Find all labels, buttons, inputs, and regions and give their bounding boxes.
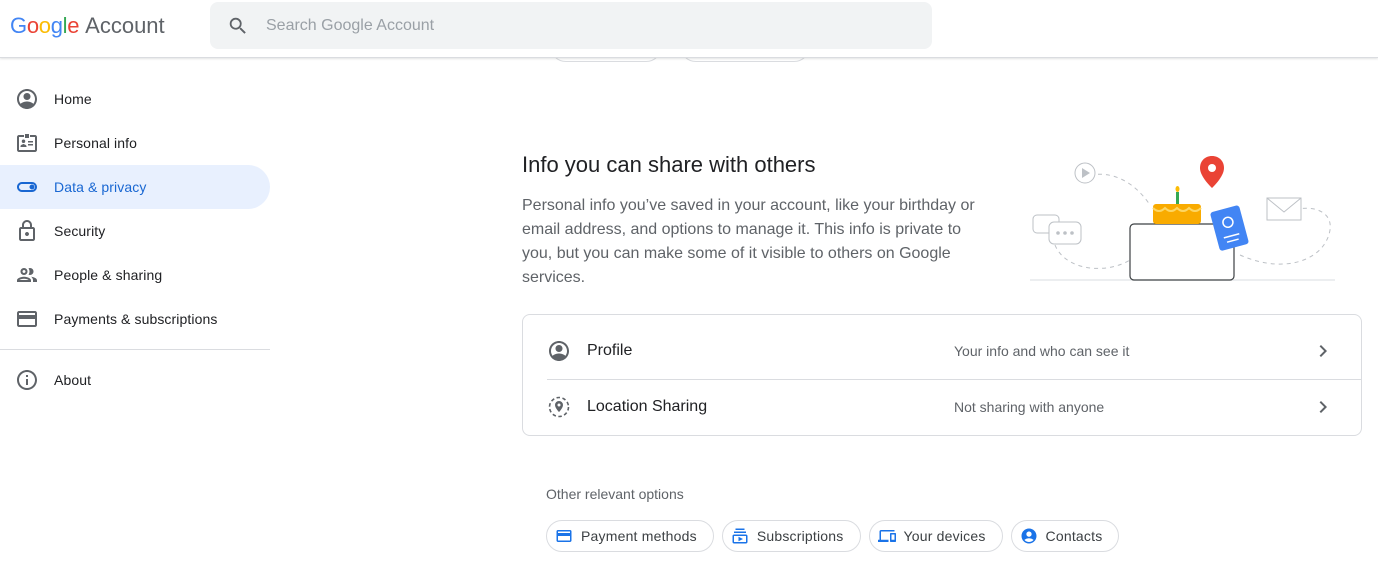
toggle-icon <box>0 175 54 199</box>
payment-methods-chip[interactable]: Payment methods <box>546 520 714 552</box>
sidebar-item-data-privacy[interactable]: Data & privacy <box>0 165 270 209</box>
search-box[interactable] <box>210 2 932 49</box>
location-sharing-icon <box>547 395 571 419</box>
sidebar-item-label: Home <box>54 91 92 107</box>
contacts-chip[interactable]: Contacts <box>1010 520 1120 552</box>
chip-label: Payment methods <box>581 528 697 544</box>
sidebar-item-label: About <box>54 372 92 388</box>
other-options-label: Other relevant options <box>546 486 684 502</box>
sidebar-divider <box>0 349 270 350</box>
sidebar-item-label: Payments & subscriptions <box>54 311 218 327</box>
chip-label: Subscriptions <box>756 528 844 544</box>
sidebar-item-personal-info[interactable]: Personal info <box>0 121 270 165</box>
contacts-icon <box>1021 528 1037 544</box>
logo-suffix: Account <box>85 13 165 38</box>
row-value: Not sharing with anyone <box>954 399 1105 415</box>
sidebar-item-label: Data & privacy <box>54 179 147 195</box>
devices-icon <box>877 530 896 542</box>
google-wordmark: Google <box>10 13 80 38</box>
sidebar-item-label: People & sharing <box>54 267 163 283</box>
your-devices-chip[interactable]: Your devices <box>868 520 1003 552</box>
account-circle-icon <box>0 87 54 111</box>
subscriptions-chip[interactable]: Subscriptions <box>721 520 861 552</box>
credit-card-icon <box>556 530 572 542</box>
search-input[interactable] <box>266 16 866 35</box>
profile-row[interactable]: Profile Your info and who can see it <box>523 321 1361 381</box>
chevron-right-icon <box>1311 339 1335 363</box>
account-circle-icon <box>547 339 571 363</box>
sidebar-item-people-sharing[interactable]: People & sharing <box>0 253 270 297</box>
search-icon[interactable] <box>210 15 266 37</box>
row-value: Your info and who can see it <box>954 343 1130 359</box>
sidebar-item-label: Security <box>54 223 106 239</box>
google-account-logo[interactable]: Google Account <box>10 13 165 39</box>
sharing-card: Profile Your info and who can see it Loc… <box>522 314 1362 436</box>
sidebar-item-payments[interactable]: Payments & subscriptions <box>0 297 270 341</box>
chevron-right-icon <box>1311 395 1335 419</box>
info-icon <box>0 368 54 392</box>
sidebar-item-home[interactable]: Home <box>0 77 270 121</box>
credit-card-icon <box>0 307 54 331</box>
row-label: Location Sharing <box>587 398 708 415</box>
sidebar-nav: Home Personal info Data & privacy Securi… <box>0 77 270 402</box>
sidebar-item-security[interactable]: Security <box>0 209 270 253</box>
top-header: Google Account <box>0 0 1378 58</box>
id-card-icon <box>0 131 54 155</box>
chip-label: Contacts <box>1045 528 1103 544</box>
chip-label: Your devices <box>903 528 986 544</box>
section-title: Info you can share with others <box>522 152 816 177</box>
subscriptions-icon <box>732 528 748 544</box>
people-icon <box>0 263 54 287</box>
location-sharing-row[interactable]: Location Sharing Not sharing with anyone <box>523 377 1361 437</box>
row-label: Profile <box>587 342 633 359</box>
sidebar-item-about[interactable]: About <box>0 358 270 402</box>
lock-icon <box>0 219 54 243</box>
other-options-chips: Payment methods Subscriptions Your devic… <box>546 520 1120 552</box>
sharing-illustration <box>1030 156 1335 281</box>
sidebar-item-label: Personal info <box>54 135 138 151</box>
section-description: Personal info you’ve saved in your accou… <box>522 197 975 286</box>
